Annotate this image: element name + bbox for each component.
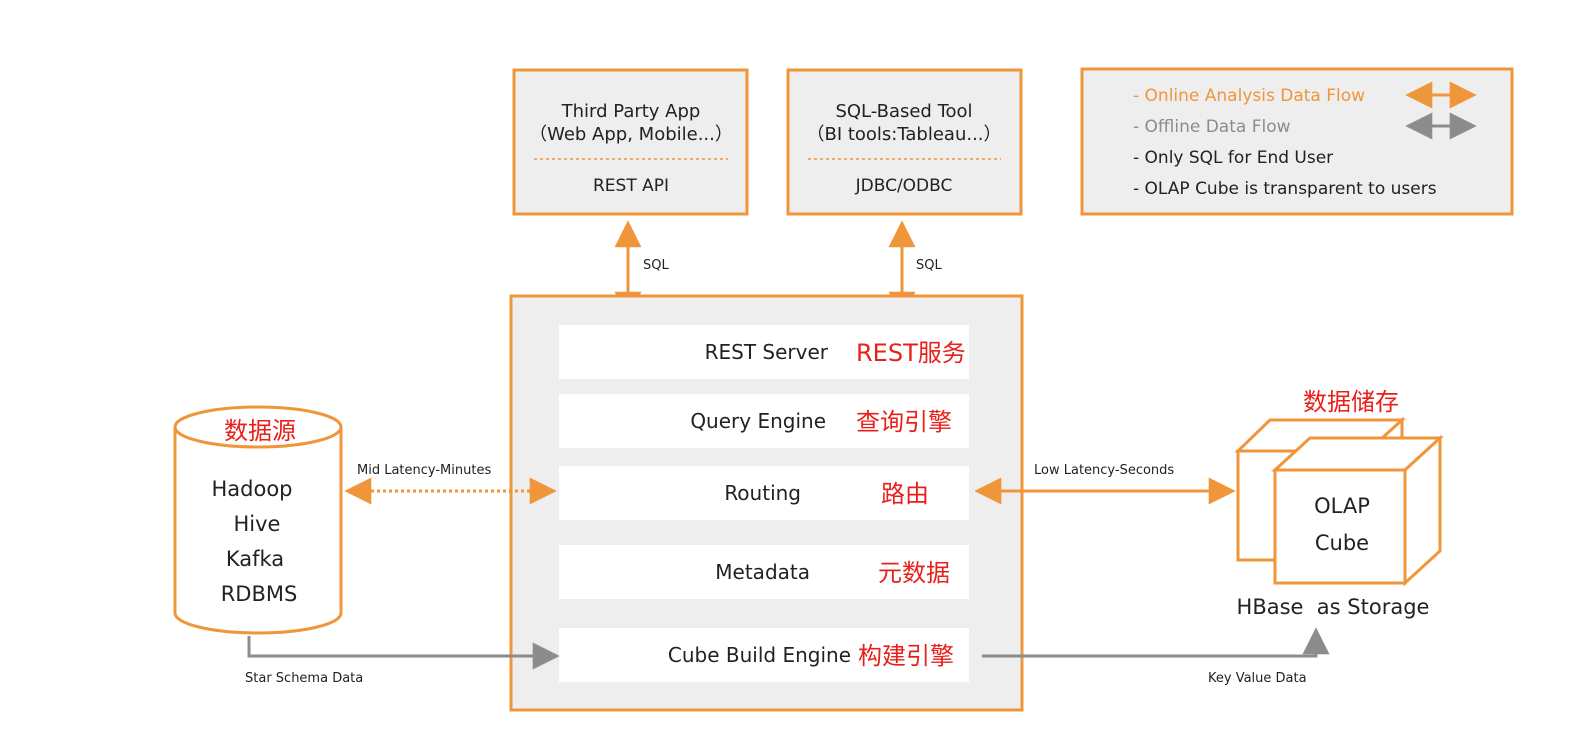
layer-label-en: REST Server xyxy=(705,340,829,364)
low-latency-label: Low Latency-Seconds xyxy=(1034,463,1174,478)
layer-label-cn: 元数据 xyxy=(878,559,950,587)
storage-caption: HBase as Storage xyxy=(1237,595,1430,619)
client-api: REST API xyxy=(593,176,669,196)
legend: - Online Analysis Data Flow - Offline Da… xyxy=(1080,67,1514,216)
datasource-item: Hive xyxy=(234,512,281,536)
key-value-arrow xyxy=(982,627,1330,658)
layer-label-cn: 路由 xyxy=(881,480,929,508)
legend-item-sql-only: - Only SQL for End User xyxy=(1133,148,1333,168)
client-title: Third Party App xyxy=(561,101,701,122)
client-title: SQL-Based Tool xyxy=(835,101,972,122)
key-value-label: Key Value Data xyxy=(1208,671,1307,686)
olap-cube-front: OLAP Cube xyxy=(1271,434,1444,587)
client-box-third-party-app: Third Party App （Web App, Mobile...） RES… xyxy=(512,68,749,216)
client-subtitle: （Web App, Mobile...） xyxy=(529,124,733,145)
layer-label-cn: 构建引擎 xyxy=(858,642,954,670)
sql-label-left: SQL xyxy=(643,258,669,273)
layer-label-en: Query Engine xyxy=(690,409,826,433)
storage-title-cn: 数据储存 xyxy=(1303,388,1399,416)
client-box-sql-based-tool: SQL-Based Tool （BI tools:Tableau...） JDB… xyxy=(786,68,1023,216)
legend-item-offline: - Offline Data Flow xyxy=(1133,117,1291,137)
client-subtitle: （BI tools:Tableau...） xyxy=(806,124,1001,145)
layer-label-cn: REST服务 xyxy=(856,339,966,367)
kylin-engine-container: REST Server REST服务 Query Engine 查询引擎 Rou… xyxy=(509,294,1024,712)
mid-latency-label: Mid Latency-Minutes xyxy=(357,463,491,478)
datasource-item: Hadoop xyxy=(211,477,292,501)
datasource-title-cn: 数据源 xyxy=(224,417,296,445)
layer-label-en: Metadata xyxy=(715,560,810,584)
datasource-item: Kafka xyxy=(226,547,284,571)
datasource-cylinder: 数据源 Hadoop Hive Kafka RDBMS xyxy=(173,405,343,635)
cube-label-line1: OLAP xyxy=(1314,494,1370,518)
cube-label-line2: Cube xyxy=(1315,531,1369,555)
datasource-item: RDBMS xyxy=(221,582,298,606)
client-api: JDBC/ODBC xyxy=(855,176,953,196)
sql-label-right: SQL xyxy=(916,258,942,273)
architecture-diagram: Third Party App （Web App, Mobile...） RES… xyxy=(173,67,1514,712)
layer-label-cn: 查询引擎 xyxy=(856,408,952,436)
layer-label-en: Routing xyxy=(724,481,801,505)
star-schema-label: Star Schema Data xyxy=(245,671,363,686)
legend-item-transparent: - OLAP Cube is transparent to users xyxy=(1133,179,1437,199)
legend-item-online: - Online Analysis Data Flow xyxy=(1133,86,1365,106)
layer-label-en: Cube Build Engine xyxy=(668,643,851,667)
